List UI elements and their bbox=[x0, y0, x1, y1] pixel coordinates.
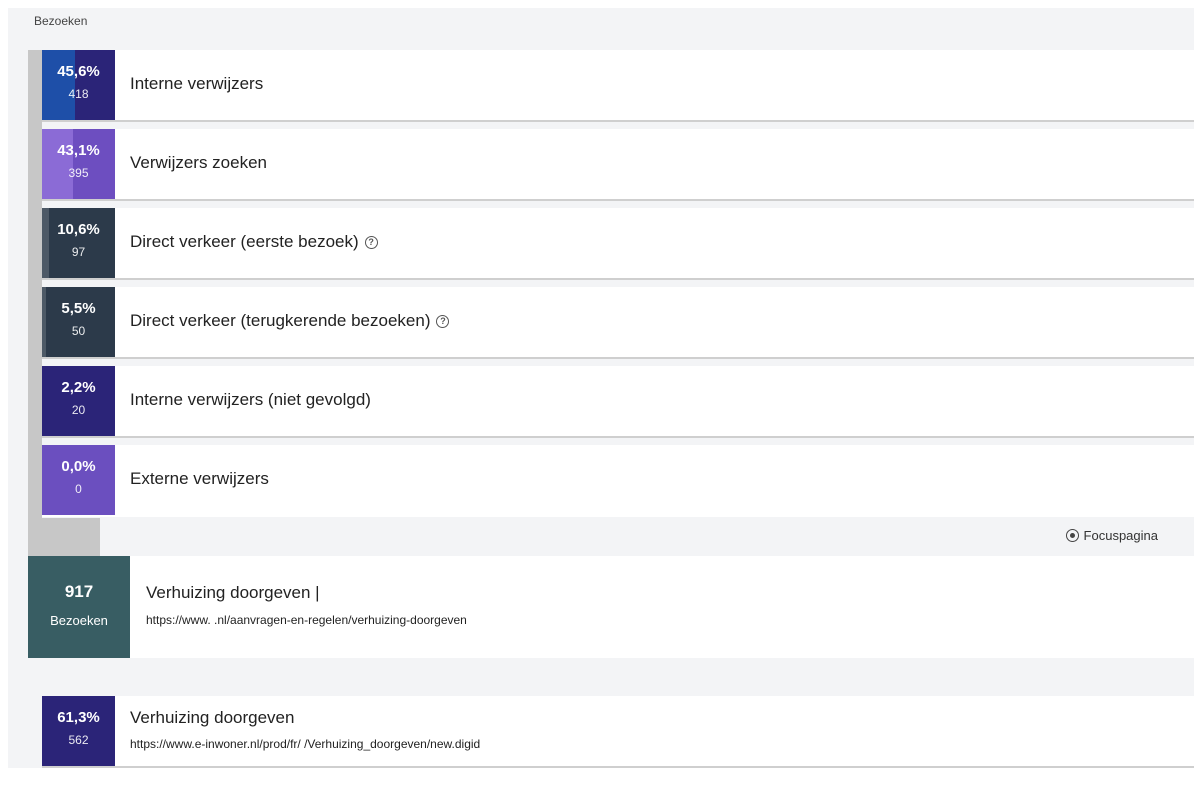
channel-percentage: 0,0% bbox=[61, 458, 96, 475]
channel-row-verwijzers-zoeken[interactable]: 43,1% 395 Verwijzers zoeken bbox=[42, 129, 1194, 201]
focus-page-title: Verhuizing doorgeven | bbox=[146, 583, 320, 602]
focus-page-url[interactable]: https://www. .nl/aanvragen-en-regelen/ve… bbox=[146, 613, 467, 627]
channel-label: Direct verkeer (eerste bezoek)? bbox=[130, 232, 378, 252]
channel-badge: 10,6% 97 bbox=[42, 208, 115, 278]
channel-row-interne-niet-gevolgd[interactable]: 2,2% 20 Interne verwijzers (niet gevolgd… bbox=[42, 366, 1194, 438]
channel-percentage: 10,6% bbox=[57, 221, 100, 238]
channel-percentage: 5,5% bbox=[61, 300, 96, 317]
channel-label-text: Direct verkeer (terugkerende bezoeken) bbox=[130, 311, 431, 330]
next-page-percentage: 61,3% bbox=[57, 709, 100, 726]
channel-row-direct-eerste[interactable]: 10,6% 97 Direct verkeer (eerste bezoek)? bbox=[42, 208, 1194, 280]
page-bottom bbox=[0, 768, 1194, 801]
focus-visits-badge: 917 Bezoeken bbox=[28, 556, 130, 658]
channel-badge: 5,5% 50 bbox=[42, 287, 115, 357]
flow-rail bbox=[28, 50, 42, 568]
target-icon bbox=[1065, 529, 1079, 542]
channel-label: Verwijzers zoeken bbox=[130, 153, 268, 172]
channel-label: Interne verwijzers bbox=[130, 74, 264, 93]
channel-percentage: 45,6% bbox=[57, 63, 100, 80]
channel-label: Interne verwijzers (niet gevolgd) bbox=[130, 390, 371, 409]
focus-bar: Focuspagina bbox=[100, 518, 1194, 556]
channel-row-interne-verwijzers[interactable]: 45,6% 418 Interne verwijzers bbox=[42, 50, 1194, 122]
focus-visits-count: 917 bbox=[64, 582, 94, 601]
channel-row-direct-terugkerend[interactable]: 5,5% 50 Direct verkeer (terugkerende bez… bbox=[42, 287, 1194, 359]
next-page-title: Verhuizing doorgeven bbox=[130, 708, 295, 727]
channel-label: Externe verwijzers bbox=[130, 469, 269, 488]
share-stripe bbox=[42, 287, 46, 357]
next-page-count: 562 bbox=[68, 733, 89, 747]
channel-count: 0 bbox=[75, 482, 82, 496]
channel-badge: 45,6% 418 bbox=[42, 50, 115, 120]
channel-count: 418 bbox=[68, 87, 89, 101]
section-divider bbox=[28, 658, 1194, 696]
focus-page-label: Focuspagina bbox=[1083, 528, 1158, 543]
channel-count: 97 bbox=[71, 245, 86, 259]
channel-count: 50 bbox=[71, 324, 86, 338]
share-stripe bbox=[42, 208, 49, 278]
channel-badge: 43,1% 395 bbox=[42, 129, 115, 199]
share-stripe bbox=[42, 50, 75, 120]
focus-page-row[interactable]: 917 Bezoeken Verhuizing doorgeven | http… bbox=[28, 556, 1194, 658]
next-page-url[interactable]: https://www.e-inwoner.nl/prod/fr/ /Verhu… bbox=[130, 737, 480, 751]
channel-count: 395 bbox=[68, 166, 89, 180]
channel-row-externe-verwijzers[interactable]: 0,0% 0 Externe verwijzers bbox=[42, 445, 1194, 517]
channel-percentage: 43,1% bbox=[57, 142, 100, 159]
channel-count: 20 bbox=[71, 403, 86, 417]
help-icon[interactable]: ? bbox=[436, 315, 450, 328]
channel-percentage: 2,2% bbox=[61, 379, 96, 396]
flow-rail-connector bbox=[28, 518, 100, 556]
section-header: Bezoeken bbox=[34, 14, 88, 28]
channel-badge: 0,0% 0 bbox=[42, 445, 115, 515]
channel-label: Direct verkeer (terugkerende bezoeken)? bbox=[130, 311, 450, 331]
focus-page-button[interactable]: Focuspagina bbox=[1065, 528, 1158, 543]
share-stripe bbox=[42, 129, 73, 199]
next-page-badge: 61,3% 562 bbox=[42, 696, 115, 766]
channel-badge: 2,2% 20 bbox=[42, 366, 115, 436]
next-page-row[interactable]: 61,3% 562 Verhuizing doorgeven https://w… bbox=[42, 696, 1194, 768]
help-icon[interactable]: ? bbox=[364, 236, 378, 249]
channel-label-text: Direct verkeer (eerste bezoek) bbox=[130, 232, 359, 251]
focus-visits-label: Bezoeken bbox=[50, 613, 108, 628]
